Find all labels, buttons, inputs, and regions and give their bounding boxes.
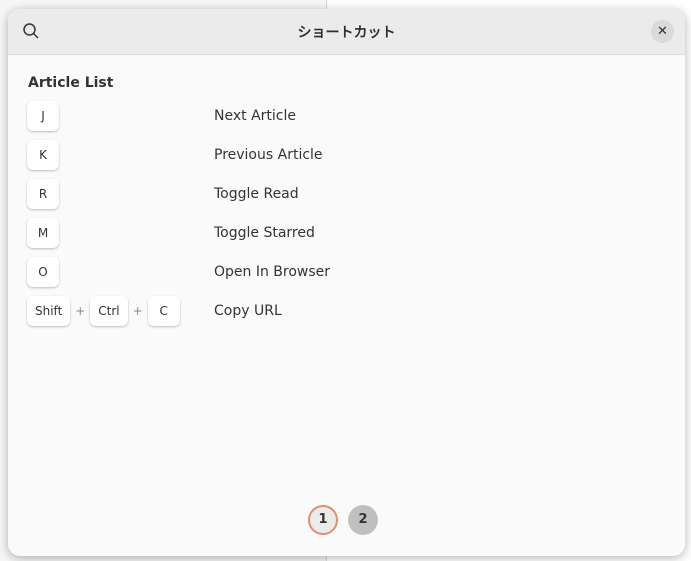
- pager: 12: [308, 505, 388, 535]
- shortcut-row: R Toggle Read: [27, 179, 627, 211]
- shortcut-row: Shift + Ctrl + C Copy URL: [27, 296, 627, 328]
- key-cap: K: [27, 140, 59, 170]
- plus-separator: +: [132, 304, 143, 318]
- shortcut-row: K Previous Article: [27, 140, 627, 172]
- shortcut-row: J Next Article: [27, 101, 627, 133]
- close-button[interactable]: ✕: [651, 20, 674, 43]
- section-title: Article List: [28, 75, 114, 91]
- plus-separator: +: [75, 304, 86, 318]
- page-1-button[interactable]: 1: [308, 505, 338, 535]
- page-2-button[interactable]: 2: [348, 505, 378, 535]
- key-cap: R: [27, 179, 59, 209]
- key-cap: Ctrl: [90, 296, 128, 326]
- dialog-title: ショートカット: [297, 25, 396, 41]
- key-cap: J: [27, 101, 59, 131]
- key-cap: O: [27, 257, 59, 287]
- shortcut-label: Toggle Read: [214, 186, 299, 202]
- key-cap: C: [147, 296, 180, 326]
- key-cap: Shift: [27, 296, 71, 326]
- shortcut-label: Previous Article: [214, 147, 323, 163]
- dialog-header: ショートカット ✕: [8, 9, 685, 55]
- shortcut-label: Next Article: [214, 108, 296, 124]
- shortcut-label: Toggle Starred: [214, 225, 315, 241]
- close-icon: ✕: [657, 24, 668, 39]
- shortcuts-dialog: ショートカット ✕ Article List J Next Article K Pre…: [8, 9, 685, 556]
- shortcut-label: Open In Browser: [214, 264, 331, 280]
- key-cap: M: [27, 218, 59, 248]
- shortcut-label: Copy URL: [214, 303, 282, 319]
- shortcut-row: M Toggle Starred: [27, 218, 627, 250]
- shortcut-row: O Open In Browser: [27, 257, 627, 289]
